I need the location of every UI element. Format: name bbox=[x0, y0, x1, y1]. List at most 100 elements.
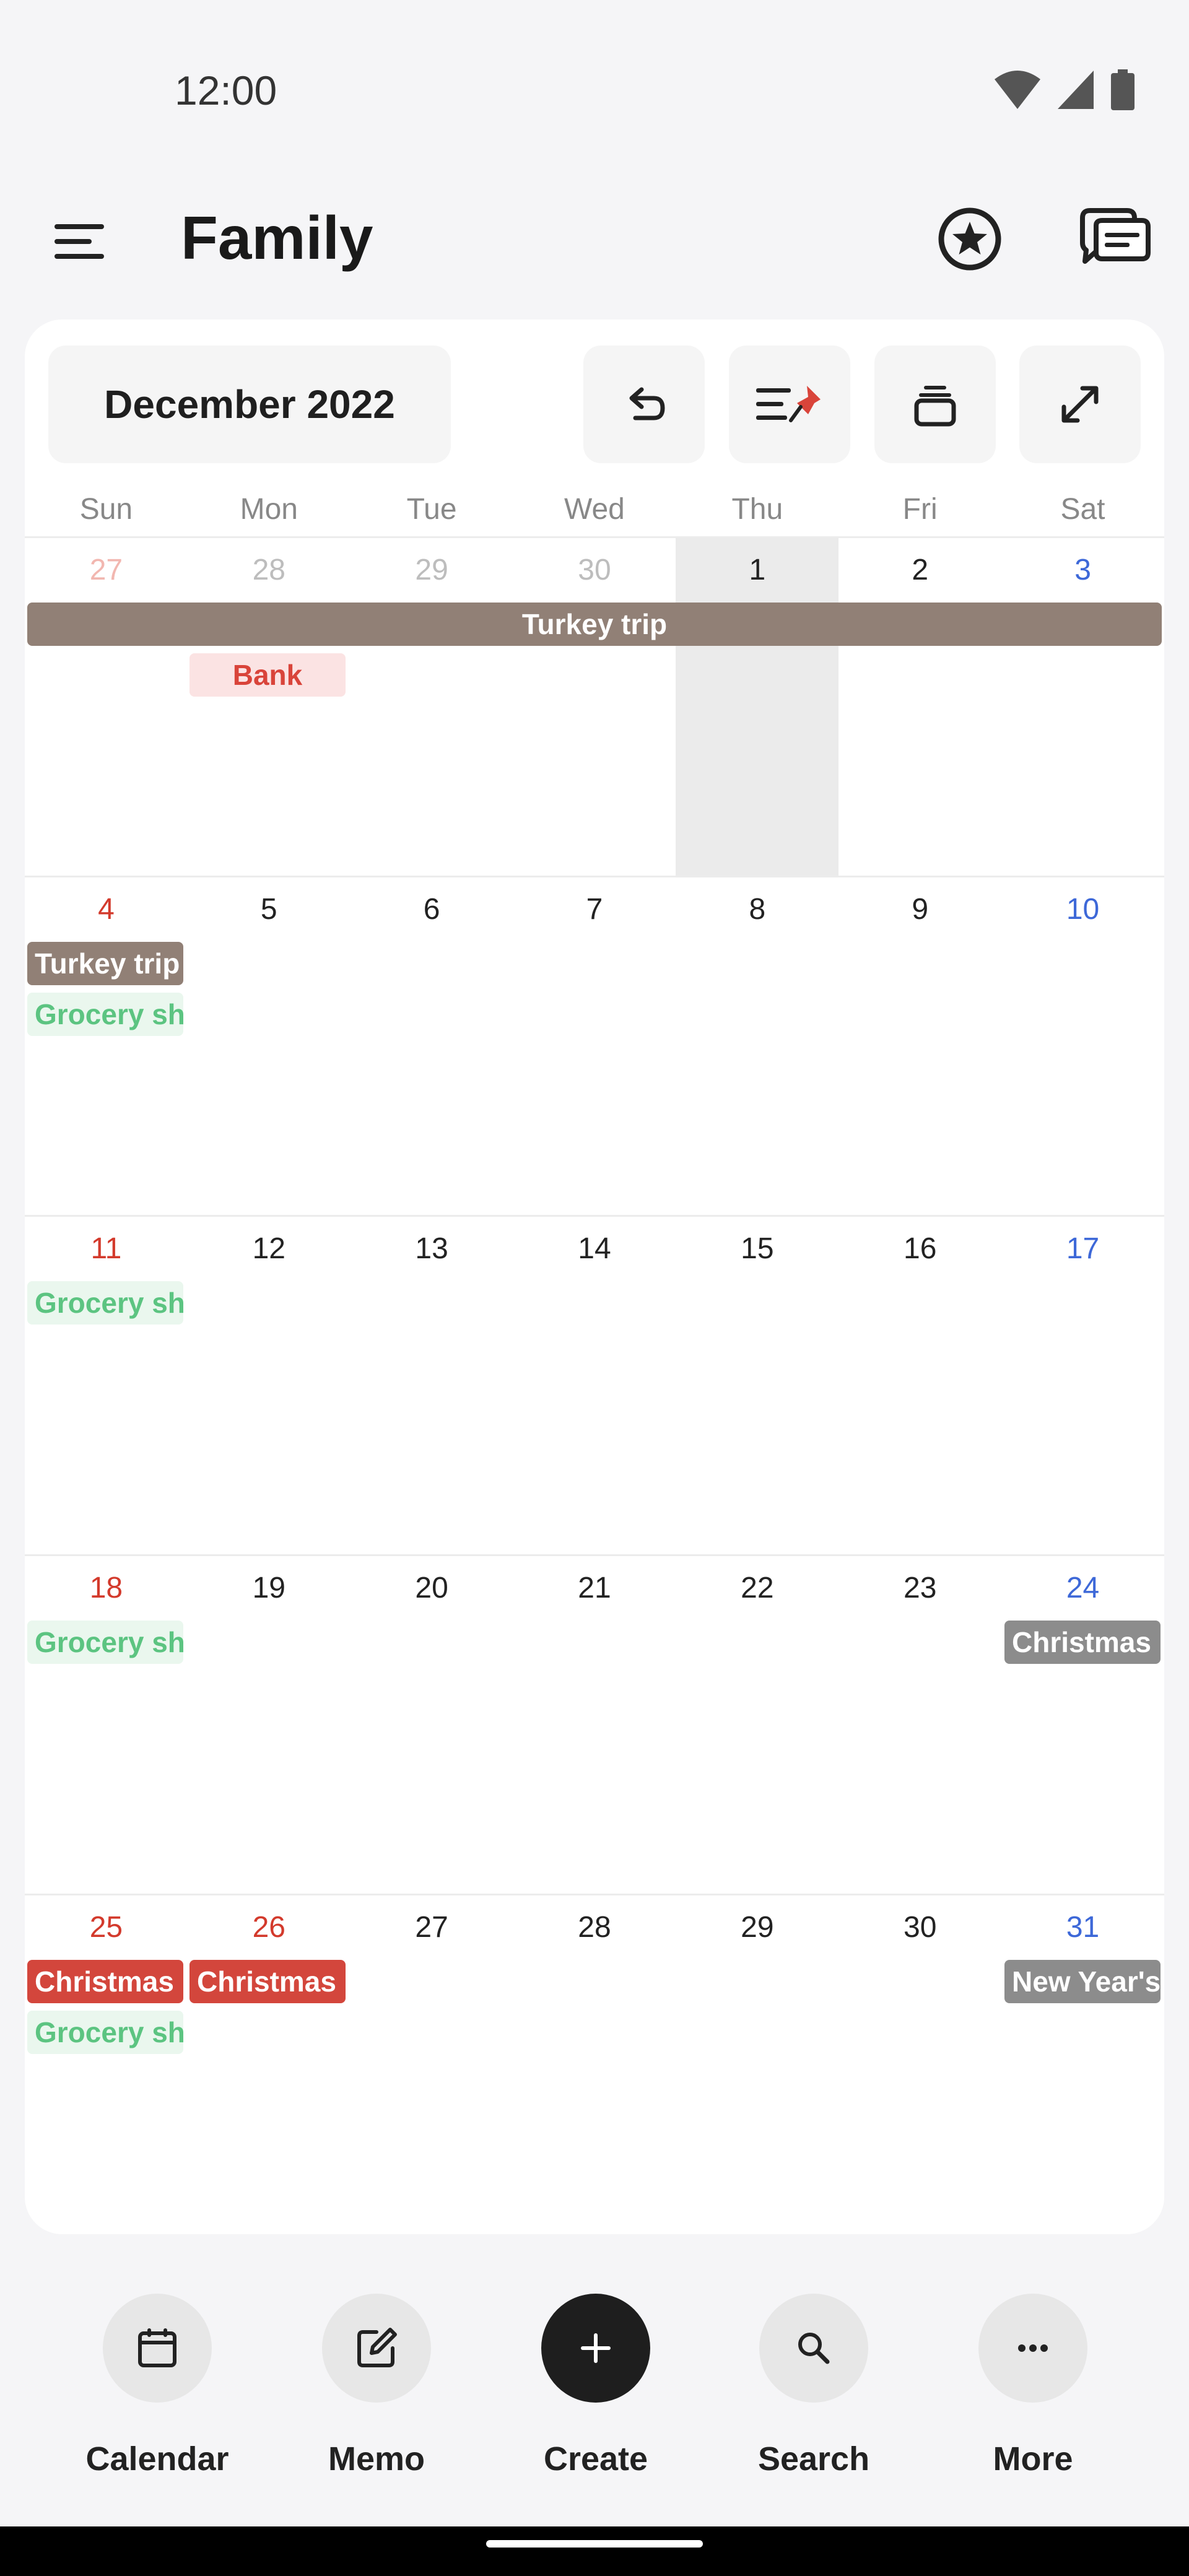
day-cell[interactable]: 14 bbox=[513, 1217, 676, 1556]
event-christmas-eve[interactable]: Christmas bbox=[1004, 1621, 1161, 1664]
day-cell[interactable]: 8 bbox=[676, 877, 838, 1217]
nav-search-button[interactable] bbox=[759, 2294, 868, 2403]
day-number: 3 bbox=[1074, 554, 1091, 586]
day-cell[interactable]: 31 bbox=[1001, 1895, 1164, 2234]
expand-icon bbox=[1061, 386, 1099, 423]
event-grocery[interactable]: Grocery shopping bbox=[27, 1621, 183, 1664]
nav-more-button[interactable] bbox=[978, 2294, 1087, 2403]
more-icon bbox=[1018, 2344, 1048, 2352]
calendar-week: 18 19 20 21 22 23 24 Grocery shopping Ch… bbox=[25, 1554, 1164, 1895]
nav-calendar-button[interactable] bbox=[103, 2294, 212, 2403]
day-number: 28 bbox=[578, 1911, 611, 1944]
nav-label: Calendar bbox=[85, 2440, 229, 2478]
day-cell[interactable]: 22 bbox=[676, 1556, 838, 1895]
home-gesture-handle[interactable] bbox=[486, 2540, 703, 2548]
day-cell[interactable]: 25 bbox=[25, 1895, 188, 2234]
day-cell[interactable]: 13 bbox=[351, 1217, 513, 1556]
event-bank[interactable]: Bank bbox=[189, 653, 346, 697]
list-pin-icon bbox=[756, 386, 821, 422]
day-cell[interactable]: 10 bbox=[1001, 877, 1164, 1217]
search-icon bbox=[798, 2333, 830, 2364]
day-number: 19 bbox=[252, 1572, 285, 1604]
nav-create[interactable]: Create bbox=[503, 2294, 689, 2478]
event-christmas[interactable]: Christmas bbox=[189, 1960, 346, 2003]
pinned-list-button[interactable] bbox=[729, 346, 850, 463]
day-number: 13 bbox=[415, 1232, 448, 1265]
day-cell[interactable]: 27 bbox=[25, 538, 188, 877]
day-number: 22 bbox=[741, 1572, 774, 1604]
nav-more[interactable]: More bbox=[940, 2294, 1126, 2478]
day-cell[interactable]: 11 bbox=[25, 1217, 188, 1556]
day-cell[interactable]: 24 bbox=[1001, 1556, 1164, 1895]
calendar-icon bbox=[138, 2328, 176, 2367]
day-cell[interactable]: 28 bbox=[513, 1895, 676, 2234]
event-grocery[interactable]: Grocery shopping bbox=[27, 993, 183, 1036]
weekday-header: Sun Mon Tue Wed Thu Fri Sat bbox=[25, 482, 1164, 537]
weekday-label: Tue bbox=[406, 493, 457, 526]
day-cell[interactable]: 3 bbox=[1001, 538, 1164, 877]
day-cell[interactable]: 30 bbox=[838, 1895, 1001, 2234]
day-cell[interactable]: 15 bbox=[676, 1217, 838, 1556]
day-cell[interactable]: 9 bbox=[838, 877, 1001, 1217]
nav-search[interactable]: Search bbox=[721, 2294, 907, 2478]
month-selector-button[interactable]: December 2022 bbox=[48, 346, 451, 463]
day-cell[interactable]: 2 bbox=[838, 538, 1001, 877]
day-cell[interactable]: 7 bbox=[513, 877, 676, 1217]
event-turkey-trip[interactable]: Turkey trip bbox=[27, 942, 183, 985]
calendar-week: 4 5 6 7 8 9 10 Turkey trip Grocery shopp… bbox=[25, 876, 1164, 1217]
create-button[interactable] bbox=[541, 2294, 650, 2403]
day-number: 28 bbox=[252, 554, 285, 586]
day-cell[interactable]: 21 bbox=[513, 1556, 676, 1895]
menu-button[interactable] bbox=[50, 211, 111, 272]
day-cell[interactable]: 18 bbox=[25, 1556, 188, 1895]
system-navigation-area bbox=[0, 2526, 1189, 2576]
nav-memo[interactable]: Memo bbox=[284, 2294, 469, 2478]
event-turkey-trip[interactable]: Turkey trip bbox=[27, 603, 1162, 646]
day-number: 4 bbox=[98, 893, 115, 926]
day-cell[interactable]: 29 bbox=[676, 1895, 838, 2234]
stack-icon bbox=[914, 386, 956, 427]
day-cell[interactable]: 23 bbox=[838, 1556, 1001, 1895]
day-cell[interactable]: 27 bbox=[351, 1895, 513, 2234]
day-cell[interactable]: 30 bbox=[513, 538, 676, 877]
stack-view-button[interactable] bbox=[874, 346, 996, 463]
nav-memo-button[interactable] bbox=[322, 2294, 431, 2403]
nav-label: Memo bbox=[328, 2440, 425, 2478]
favorites-button[interactable] bbox=[935, 204, 1004, 274]
calendar-week: 25 26 27 28 29 30 31 Christmas Christmas… bbox=[25, 1894, 1164, 2234]
day-number: 15 bbox=[741, 1232, 774, 1265]
day-cell[interactable]: 12 bbox=[188, 1217, 351, 1556]
nav-calendar[interactable]: Calendar bbox=[64, 2294, 250, 2478]
day-number: 1 bbox=[749, 554, 766, 586]
day-number: 24 bbox=[1066, 1572, 1100, 1604]
wifi-icon bbox=[995, 71, 1040, 109]
event-grocery[interactable]: Grocery shopping bbox=[27, 2011, 183, 2054]
day-number: 5 bbox=[260, 893, 277, 926]
chat-button[interactable] bbox=[1078, 204, 1152, 274]
expand-button[interactable] bbox=[1019, 346, 1141, 463]
event-christmas[interactable]: Christmas bbox=[27, 1960, 183, 2003]
day-number: 31 bbox=[1066, 1911, 1100, 1944]
weekday-label: Fri bbox=[902, 493, 938, 526]
nav-label: Search bbox=[757, 2440, 870, 2478]
day-cell[interactable]: 4 bbox=[25, 877, 188, 1217]
day-cell[interactable]: 6 bbox=[351, 877, 513, 1217]
day-number: 23 bbox=[904, 1572, 937, 1604]
day-cell[interactable]: 19 bbox=[188, 1556, 351, 1895]
day-cell[interactable]: 5 bbox=[188, 877, 351, 1217]
day-cell-today[interactable]: 1 bbox=[676, 538, 839, 877]
event-new-years[interactable]: New Year's bbox=[1004, 1960, 1161, 2003]
day-cell[interactable]: 17 bbox=[1001, 1217, 1164, 1556]
page-title: Family bbox=[181, 204, 373, 272]
day-cell[interactable]: 28 bbox=[188, 538, 351, 877]
day-cell[interactable]: 16 bbox=[838, 1217, 1001, 1556]
day-cell[interactable]: 29 bbox=[351, 538, 513, 877]
status-icons bbox=[995, 69, 1135, 110]
star-circle-icon bbox=[938, 207, 1001, 271]
day-cell[interactable]: 26 bbox=[188, 1895, 351, 2234]
event-grocery[interactable]: Grocery shopping bbox=[27, 1281, 183, 1325]
calendar-week: 27 28 29 30 1 2 3 Turkey trip Bank bbox=[25, 536, 1164, 877]
day-cell[interactable]: 20 bbox=[351, 1556, 513, 1895]
undo-button[interactable] bbox=[583, 346, 705, 463]
nav-label: More bbox=[993, 2440, 1073, 2478]
